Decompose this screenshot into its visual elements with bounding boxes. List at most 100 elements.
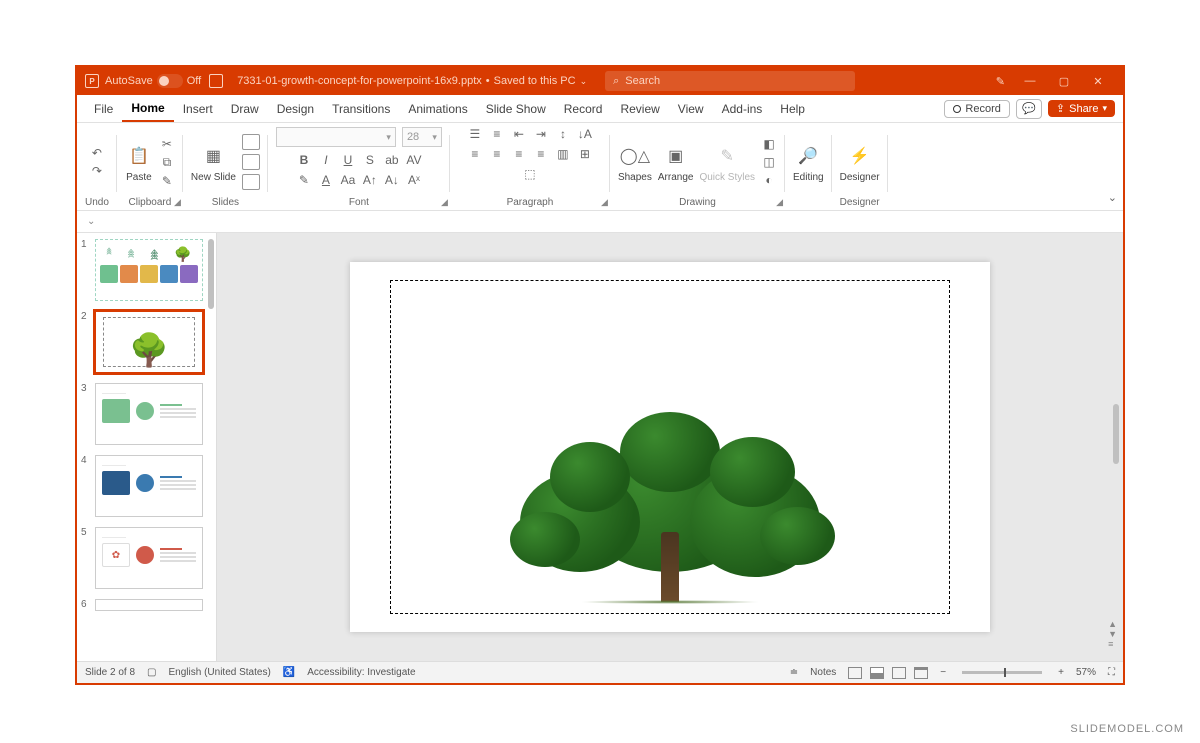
italic-button[interactable]: I xyxy=(318,153,334,167)
record-button[interactable]: Record xyxy=(944,100,1009,118)
cut-icon[interactable]: ✂ xyxy=(159,137,175,151)
tree-image[interactable] xyxy=(510,402,830,602)
tab-transitions[interactable]: Transitions xyxy=(323,95,399,122)
shadow-button[interactable]: ab xyxy=(384,153,400,167)
char-spacing-button[interactable]: AV xyxy=(406,153,422,167)
indent-increase-icon[interactable]: ⇥ xyxy=(533,127,549,141)
minimize-button[interactable]: — xyxy=(1013,75,1047,87)
comments-button[interactable]: 💬 xyxy=(1016,99,1042,119)
thumbnail-2[interactable]: 2 🌳 xyxy=(81,311,212,373)
shape-fill-icon[interactable]: ◧ xyxy=(761,137,777,151)
zoom-out-button[interactable]: − xyxy=(940,667,946,678)
arrange-button[interactable]: ▣ Arrange xyxy=(658,142,694,183)
highlight-icon[interactable]: ✎ xyxy=(296,173,312,187)
shape-outline-icon[interactable]: ◫ xyxy=(761,155,777,169)
slide-canvas-area[interactable]: ▲▼≡ xyxy=(217,233,1123,661)
search-box[interactable]: ⌕ Search xyxy=(605,71,855,91)
language-status[interactable]: English (United States) xyxy=(169,667,271,678)
zoom-value[interactable]: 57% xyxy=(1076,667,1096,678)
new-slide-button[interactable]: ▦ New Slide xyxy=(191,142,236,183)
thumbnail-panel[interactable]: 1 𖠰𖠰𖠰🌳 2 xyxy=(77,233,217,661)
tab-design[interactable]: Design xyxy=(268,95,323,122)
align-center-icon[interactable]: ≡ xyxy=(489,147,505,161)
align-left-icon[interactable]: ≡ xyxy=(467,147,483,161)
numbering-icon[interactable]: ≡ xyxy=(489,127,505,141)
font-family-dropdown[interactable]: ▾ xyxy=(276,127,396,147)
columns-icon[interactable]: ▥ xyxy=(555,147,571,161)
spellcheck-icon[interactable]: ▢ xyxy=(147,667,156,678)
strikethrough-button[interactable]: S xyxy=(362,153,378,167)
tab-home[interactable]: Home xyxy=(122,95,173,122)
tab-help[interactable]: Help xyxy=(771,95,814,122)
thumbnail-5[interactable]: 5 —————— ✿ xyxy=(81,527,212,589)
tab-review[interactable]: Review xyxy=(611,95,668,122)
thumbnail-3[interactable]: 3 —————— xyxy=(81,383,212,445)
tab-draw[interactable]: Draw xyxy=(222,95,268,122)
quick-styles-button[interactable]: ✎ Quick Styles xyxy=(699,142,755,183)
saved-chevron-icon[interactable]: ⌄ xyxy=(580,76,588,87)
slide-canvas[interactable] xyxy=(350,262,990,632)
slideshow-view-button[interactable] xyxy=(914,667,928,679)
zoom-in-button[interactable]: + xyxy=(1058,667,1064,678)
justify-icon[interactable]: ≡ xyxy=(533,147,549,161)
normal-view-button[interactable] xyxy=(848,667,862,679)
indent-decrease-icon[interactable]: ⇤ xyxy=(511,127,527,141)
tab-file[interactable]: File xyxy=(85,95,122,122)
undo-icon[interactable]: ↶ xyxy=(89,146,105,160)
bold-button[interactable]: B xyxy=(296,153,312,167)
tab-slide-show[interactable]: Slide Show xyxy=(477,95,555,122)
ribbon-collapse-icon[interactable]: ⌄ xyxy=(1108,191,1117,204)
drawing-launcher-icon[interactable]: ◢ xyxy=(776,197,783,208)
shrink-font-button[interactable]: A↓ xyxy=(384,173,400,187)
sorter-view-button[interactable] xyxy=(870,667,884,679)
pen-icon[interactable]: ✎ xyxy=(996,75,1005,88)
thumbnail-4[interactable]: 4 —————— xyxy=(81,455,212,517)
bullets-icon[interactable]: ☰ xyxy=(467,127,483,141)
qat-chevron-icon[interactable]: ⌄ xyxy=(87,216,95,227)
shape-effects-icon[interactable]: ◐ xyxy=(761,173,777,187)
close-button[interactable]: ✕ xyxy=(1081,75,1115,88)
clipboard-launcher-icon[interactable]: ◢ xyxy=(174,197,181,208)
thumbnail-6[interactable]: 6 xyxy=(81,599,212,611)
align-text-icon[interactable]: ⊞ xyxy=(577,147,593,161)
reading-view-button[interactable] xyxy=(892,667,906,679)
editing-button[interactable]: 🔎 Editing xyxy=(793,142,824,183)
thumbnail-1[interactable]: 1 𖠰𖠰𖠰🌳 xyxy=(81,239,212,301)
grow-font-button[interactable]: A↑ xyxy=(362,173,378,187)
share-button[interactable]: ⇪ Share ▾ xyxy=(1048,100,1115,117)
text-direction-icon[interactable]: ↓A xyxy=(577,127,593,141)
underline-button[interactable]: U xyxy=(340,153,356,167)
clear-format-button[interactable]: Aˣ xyxy=(406,173,422,187)
paste-button[interactable]: 📋 Paste xyxy=(125,142,153,183)
maximize-button[interactable]: ▢ xyxy=(1047,75,1081,88)
designer-button[interactable]: ⚡ Designer xyxy=(840,142,880,183)
redo-icon[interactable]: ↷ xyxy=(89,164,105,178)
change-case-button[interactable]: Aa xyxy=(340,173,356,187)
autosave-toggle[interactable] xyxy=(157,74,183,88)
slide-nav-arrows[interactable]: ▲▼≡ xyxy=(1108,619,1117,649)
font-color-icon[interactable]: A xyxy=(318,173,334,187)
line-spacing-icon[interactable]: ↕ xyxy=(555,127,571,141)
font-size-dropdown[interactable]: 28▾ xyxy=(402,127,442,147)
save-icon[interactable] xyxy=(209,74,223,88)
tab-add-ins[interactable]: Add-ins xyxy=(713,95,772,122)
tab-animations[interactable]: Animations xyxy=(399,95,476,122)
paragraph-launcher-icon[interactable]: ◢ xyxy=(601,197,608,208)
accessibility-status[interactable]: Accessibility: Investigate xyxy=(307,667,415,678)
font-launcher-icon[interactable]: ◢ xyxy=(441,197,448,208)
layout-icon[interactable] xyxy=(242,134,260,150)
copy-icon[interactable]: ⧉ xyxy=(159,155,175,170)
tab-insert[interactable]: Insert xyxy=(174,95,222,122)
smartart-icon[interactable]: ⬚ xyxy=(522,167,538,181)
section-icon[interactable] xyxy=(242,174,260,190)
fit-to-window-button[interactable]: ⛶ xyxy=(1108,667,1115,678)
zoom-slider[interactable] xyxy=(962,671,1042,674)
canvas-scrollbar[interactable] xyxy=(1113,404,1119,464)
notes-button[interactable]: Notes xyxy=(810,667,836,678)
align-right-icon[interactable]: ≡ xyxy=(511,147,527,161)
tab-view[interactable]: View xyxy=(669,95,713,122)
reset-icon[interactable] xyxy=(242,154,260,170)
shapes-button[interactable]: ◯△ Shapes xyxy=(618,142,652,183)
format-painter-icon[interactable]: ✎ xyxy=(159,174,175,188)
tab-record[interactable]: Record xyxy=(555,95,612,122)
